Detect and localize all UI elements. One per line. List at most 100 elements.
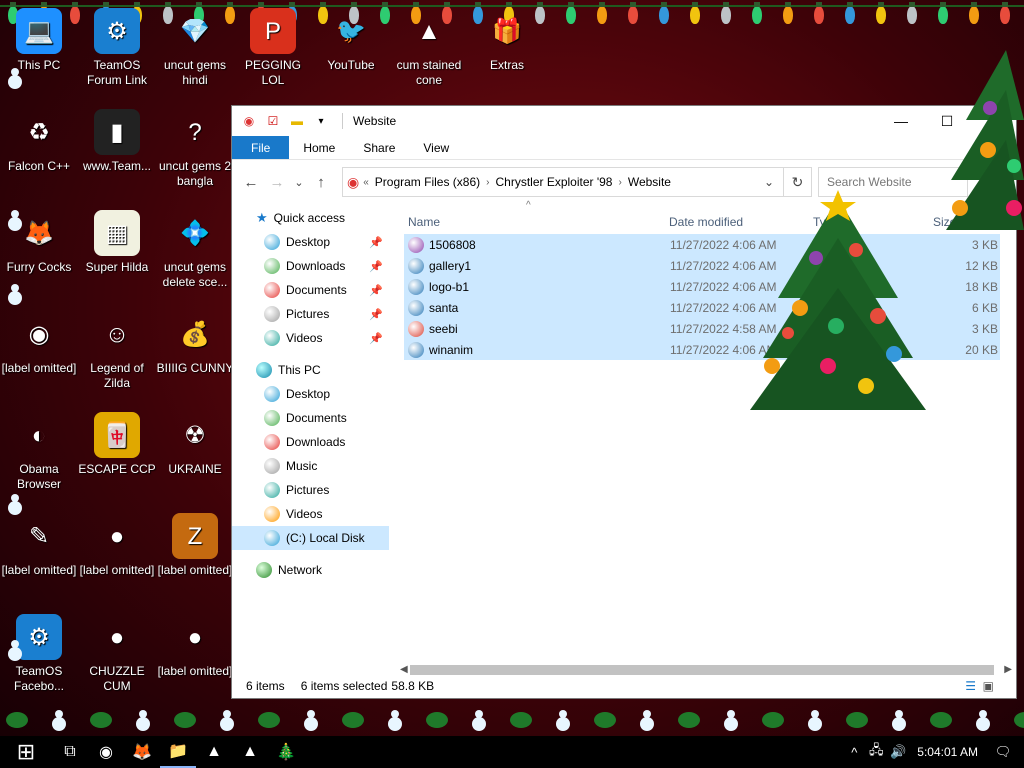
forward-button[interactable]: → — [264, 169, 290, 195]
sort-ascending-icon: ^ — [526, 200, 531, 211]
quick-access-checkbox-icon[interactable]: ☑ — [264, 112, 282, 130]
customize-toolbar-chevron-icon[interactable]: ▾ — [312, 112, 330, 130]
minimize-button[interactable]: — — [878, 106, 924, 136]
volume-icon[interactable]: 🔊 — [887, 744, 909, 760]
nav-item[interactable]: Videos 📌 — [232, 326, 389, 350]
desktop-icon[interactable]: ☢ UKRAINE — [156, 412, 234, 477]
nav-item-label: Documents — [286, 283, 347, 297]
desktop-icon[interactable]: Z [label omitted] — [156, 513, 234, 578]
desktop-icon[interactable]: 💠 uncut gems delete sce... — [156, 210, 234, 290]
firefox-icon[interactable]: 🦊 — [124, 736, 160, 768]
desktop-icon[interactable]: ● CHUZZLE CUM — [78, 614, 156, 694]
desktop-icon[interactable]: ▲ cum stained cone — [390, 8, 468, 88]
folder-ornament-icon — [264, 282, 280, 298]
nav-item[interactable]: Desktop — [232, 382, 389, 406]
pin-icon[interactable]: 📌 — [369, 284, 383, 297]
notifications-icon[interactable]: 🗨 — [992, 744, 1014, 760]
up-button[interactable]: ↑ — [308, 169, 334, 195]
nav-item-label: Desktop — [286, 387, 331, 401]
nav-item[interactable]: Pictures 📌 — [232, 302, 389, 326]
title-bar[interactable]: ◉ ☑ ▬ ▾ Website — ☐ ✕ — [232, 106, 1016, 136]
tab-share[interactable]: Share — [349, 136, 409, 159]
desktop-icon[interactable]: 💻 This PC — [0, 8, 78, 73]
holly-decoration — [426, 712, 448, 728]
address-bar[interactable]: ◉ « Program Files (x86) › Chrystler Expl… — [342, 167, 784, 197]
nav-this-pc[interactable]: This PC — [232, 358, 389, 382]
start-button[interactable]: ⊞ — [0, 736, 52, 768]
tab-file[interactable]: File — [232, 136, 290, 159]
desktop-icon[interactable]: ● [label omitted] — [156, 614, 234, 679]
app-icon: ☢ — [184, 421, 206, 449]
nav-item[interactable]: Documents 📌 — [232, 278, 389, 302]
nav-item[interactable]: Desktop 📌 — [232, 230, 389, 254]
network-icon[interactable]: 🖧 — [865, 741, 887, 763]
nav-item[interactable]: Videos — [232, 502, 389, 526]
large-icons-view-icon[interactable]: ▣ — [983, 679, 994, 693]
pin-icon[interactable]: 📌 — [369, 332, 383, 345]
desktop-icon[interactable]: ◐ Obama Browser — [0, 412, 78, 492]
nav-item[interactable]: Documents — [232, 406, 389, 430]
breadcrumb-overflow[interactable]: « — [363, 177, 369, 188]
properties-icon[interactable]: ◉ — [240, 112, 258, 130]
nav-item[interactable]: Music — [232, 454, 389, 478]
new-folder-icon[interactable]: ▬ — [288, 112, 306, 130]
app-icon[interactable]: ▲ — [232, 736, 268, 768]
folder-ornament-icon — [264, 482, 280, 498]
desktop-icon[interactable]: ⚙ TeamOS Forum Link — [78, 8, 156, 88]
tab-view[interactable]: View — [409, 136, 463, 159]
desktop-icon[interactable]: ☺ Legend of Zilda — [78, 311, 156, 391]
desktop-icon[interactable]: 💎 uncut gems hindi — [156, 8, 234, 88]
desktop-icon[interactable]: ◉ [label omitted] — [0, 311, 78, 376]
breadcrumb-separator[interactable]: › — [486, 177, 489, 188]
app-icon: ● — [187, 623, 203, 651]
column-name[interactable]: Name — [408, 215, 440, 229]
desktop-icon-label: ESCAPE CCP — [78, 462, 156, 476]
desktop-icon[interactable]: 🀄 ESCAPE CCP — [78, 412, 156, 477]
app-icon[interactable]: ▲ — [196, 736, 232, 768]
nav-item[interactable]: Pictures — [232, 478, 389, 502]
clock[interactable]: 5:04:01 AM — [917, 745, 978, 759]
christmas-tree-app-icon[interactable]: 🎄 — [268, 736, 304, 768]
desktop-icon[interactable]: ● [label omitted] — [78, 513, 156, 578]
back-button[interactable]: ← — [238, 169, 264, 195]
breadcrumb-program-files[interactable]: Program Files (x86) — [375, 175, 480, 189]
breadcrumb-chrystler-exploiter[interactable]: Chrystler Exploiter '98 — [495, 175, 612, 189]
tab-home[interactable]: Home — [289, 136, 349, 159]
desktop-icon[interactable]: 💰 BIIIIG CUNNY — [156, 311, 234, 376]
pin-icon[interactable]: 📌 — [369, 236, 383, 249]
desktop-icon-label: PEGGING LOL — [244, 58, 301, 87]
nav-item[interactable]: (C:) Local Disk — [232, 526, 389, 550]
desktop-icon[interactable]: ▦ Super Hilda — [78, 210, 156, 275]
desktop-icon[interactable]: 🎁 Extras — [468, 8, 546, 73]
breadcrumb-separator[interactable]: › — [618, 177, 621, 188]
desktop-icon[interactable]: 🐦 YouTube — [312, 8, 390, 73]
pin-icon[interactable]: 📌 — [369, 308, 383, 321]
nav-item[interactable]: Downloads 📌 — [232, 254, 389, 278]
nav-quick-access[interactable]: ★ Quick access — [232, 206, 389, 230]
nav-item[interactable]: Downloads — [232, 430, 389, 454]
file-name: 1506808 — [429, 237, 476, 252]
desktop-icon[interactable]: ♻ Falcon C++ — [0, 109, 78, 174]
scrollbar-thumb[interactable] — [410, 664, 994, 675]
column-date-modified[interactable]: Date modified — [669, 215, 743, 229]
pin-icon[interactable]: 📌 — [369, 260, 383, 273]
show-hidden-icons-chevron-icon[interactable]: ^ — [843, 745, 865, 760]
chrome-icon[interactable]: ◉ — [88, 736, 124, 768]
task-view-icon[interactable]: ⧉ — [52, 736, 88, 768]
breadcrumb-website[interactable]: Website — [628, 175, 671, 189]
desktop-icon[interactable]: ✎ [label omitted] — [0, 513, 78, 578]
nav-this-pc-label: This PC — [278, 363, 321, 377]
details-view-icon[interactable]: ☰ — [965, 679, 976, 693]
nav-network[interactable]: Network — [232, 558, 389, 582]
folder-ornament-icon — [264, 458, 280, 474]
desktop-icon[interactable]: ▮ www.Team... — [78, 109, 156, 174]
snowman-decoration — [8, 210, 22, 232]
folder-ornament-icon — [264, 506, 280, 522]
recent-locations-button[interactable]: ⌄ — [290, 169, 308, 195]
file-explorer-icon[interactable]: 📁 — [160, 736, 196, 768]
snowman-decoration — [640, 710, 654, 732]
app-icon: 💎 — [180, 17, 210, 45]
desktop-icon[interactable]: ? uncut gems 2 bangla — [156, 109, 234, 189]
address-dropdown-chevron-icon[interactable]: ⌄ — [755, 175, 783, 189]
desktop-icon[interactable]: P PEGGING LOL — [234, 8, 312, 88]
